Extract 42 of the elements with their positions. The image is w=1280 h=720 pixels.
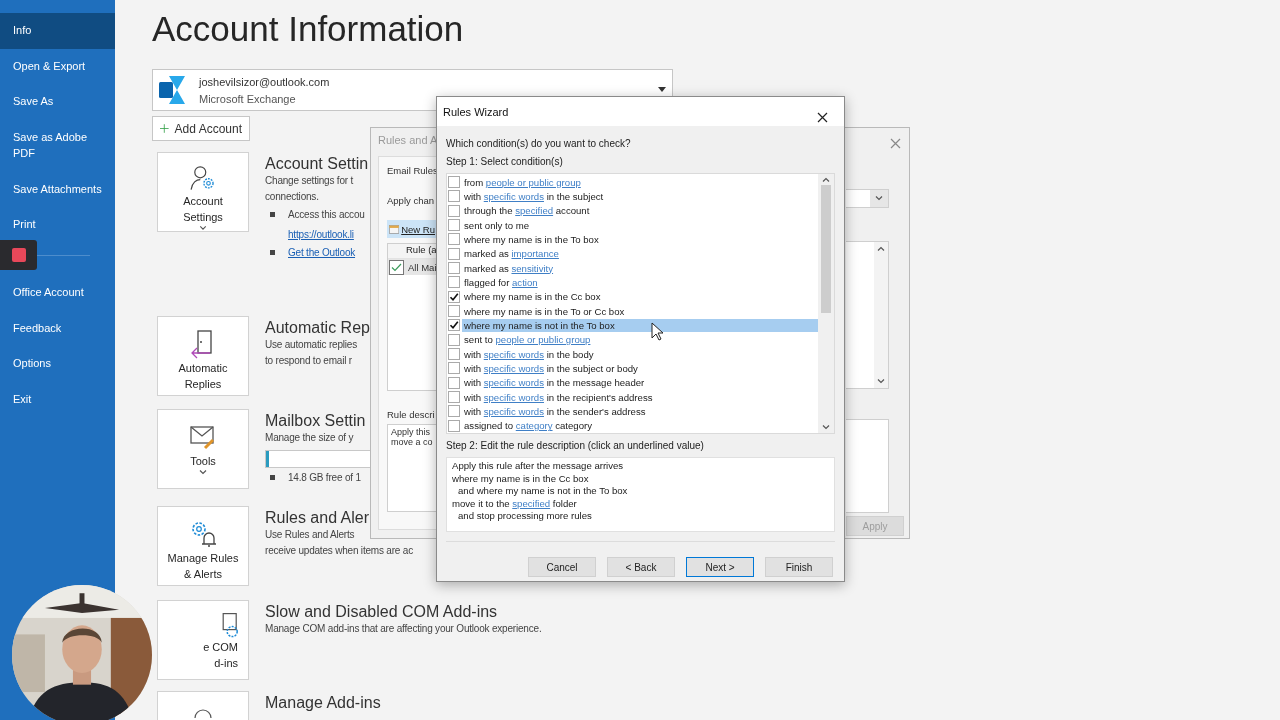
tile-label: Manage Rules — [167, 551, 239, 565]
description-line: and where my name is not in the To box — [457, 485, 629, 498]
step-label: Step 1: Select condition(s) — [446, 155, 564, 169]
tile-label: & Alerts — [184, 567, 222, 581]
field-label: Rule descri — [387, 409, 436, 420]
account-type: Microsoft Exchange — [199, 92, 297, 105]
description-line: move it to the specified folder — [452, 497, 578, 511]
section-text: Manage the size of y — [265, 431, 355, 445]
tile-label: e COM — [203, 640, 238, 654]
description-line: and stop processing more rules — [457, 510, 593, 523]
section-text: Change settings for t — [265, 174, 355, 188]
section-text: Manage COM add-ins that are affecting your Outlook experience. — [265, 622, 542, 636]
question-text: Which condition(s) do you want to check? — [446, 137, 632, 151]
section-text: receive updates when items are ac — [265, 544, 413, 558]
page-title: Account Information — [152, 8, 465, 50]
rule-name: All Mai — [408, 261, 437, 273]
section-text: Use automatic replies — [265, 338, 358, 352]
description-line: where my name is in the Cc box — [452, 472, 590, 486]
section-text: connections. — [265, 190, 320, 204]
section-heading: Rules and Aler — [265, 508, 371, 527]
section-heading: Mailbox Settin — [265, 411, 367, 430]
tile-label: d-ins — [214, 656, 238, 670]
bullet-text: 14.8 GB free of 1 — [288, 471, 361, 485]
column-header: Rule (a — [388, 244, 437, 259]
description-line: Apply this — [391, 427, 432, 437]
section-text: Use Rules and Alerts — [265, 528, 356, 542]
description-line: move a co — [391, 437, 434, 447]
tile-label: Tools — [190, 454, 216, 468]
account-email: joshevilsizor@outlook.com — [199, 75, 330, 88]
tile-label: Automatic — [178, 361, 228, 375]
section-heading: Account Settin — [265, 154, 369, 173]
section-heading: Manage Add-ins — [265, 693, 381, 712]
section-text: to respond to email r — [265, 354, 353, 368]
bullet-text: Access this accou — [288, 208, 365, 222]
option-label: Apply chan — [387, 195, 435, 206]
tile-label: Account — [183, 194, 223, 209]
section-heading: Slow and Disabled COM Add-ins — [265, 602, 499, 621]
tile-label: Replies — [184, 377, 222, 391]
description-line: Apply this rule after the message arrives — [452, 460, 625, 473]
section-heading: Automatic Rep — [265, 318, 370, 337]
tile-label: Settings — [183, 210, 223, 225]
step-label: Step 2: Edit the rule description (click an underlined value) — [446, 439, 705, 453]
